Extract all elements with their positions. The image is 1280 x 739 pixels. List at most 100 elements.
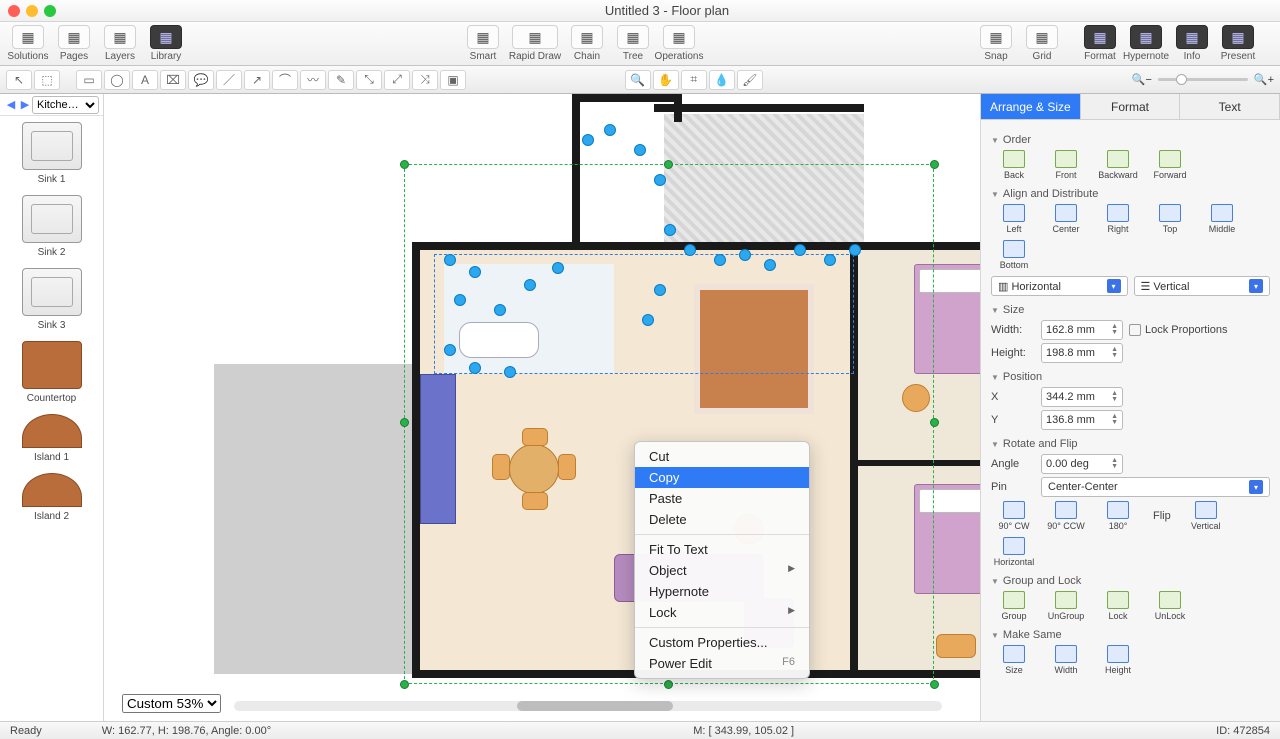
library-item-sink-2[interactable]: Sink 2 (0, 189, 103, 262)
height-input[interactable]: 198.8 mm▲▼ (1041, 343, 1123, 363)
polyline-tool[interactable]: ⤨ (412, 70, 438, 90)
menu-item-lock[interactable]: Lock (635, 602, 809, 623)
group-btns-ungroup[interactable]: UnGroup (1043, 591, 1089, 621)
same-btns-height[interactable]: Height (1095, 645, 1141, 675)
menu-item-object[interactable]: Object (635, 560, 809, 581)
align-btns-middle[interactable]: Middle (1199, 204, 1245, 234)
menu-item-cut[interactable]: Cut (635, 446, 809, 467)
library-item-island-1[interactable]: Island 1 (0, 408, 103, 467)
section-size[interactable]: Size (991, 304, 1270, 316)
zoom-slider[interactable]: 🔍− 🔍+ (1132, 73, 1274, 86)
tab-arrange-size[interactable]: Arrange & Size (981, 94, 1081, 120)
align-btns-left[interactable]: Left (991, 204, 1037, 234)
connector-tool[interactable]: ⤡ (356, 70, 382, 90)
text-select-tool[interactable]: ⬚ (34, 70, 60, 90)
order-btns-front[interactable]: Front (1043, 150, 1089, 180)
toolbar-layers[interactable]: ▦Layers (98, 25, 142, 62)
toolbar-present[interactable]: ▦Present (1216, 25, 1260, 62)
distribute-vertical-combo[interactable]: ☰ Vertical▾ (1134, 276, 1271, 296)
toolbar-smart[interactable]: ▦Smart (461, 25, 505, 62)
toolbar-solutions[interactable]: ▦Solutions (6, 25, 50, 62)
eyedropper-tool[interactable]: 💧 (709, 70, 735, 90)
line-tool[interactable]: ／ (216, 70, 242, 90)
order-btns-forward[interactable]: Forward (1147, 150, 1193, 180)
section-same[interactable]: Make Same (991, 629, 1270, 641)
library-prev-button[interactable]: ◀ (4, 98, 18, 111)
library-item-sink-3[interactable]: Sink 3 (0, 262, 103, 335)
callout-tool[interactable]: 💬 (188, 70, 214, 90)
arc-tool[interactable]: ⌒ (272, 70, 298, 90)
same-btns-size[interactable]: Size (991, 645, 1037, 675)
window-close-button[interactable] (8, 5, 20, 17)
group-btns-group[interactable]: Group (991, 591, 1037, 621)
library-item-countertop[interactable]: Countertop (0, 335, 103, 408)
library-item-island-2[interactable]: Island 2 (0, 467, 103, 526)
library-next-button[interactable]: ▶ (18, 98, 32, 111)
toolbar-info[interactable]: ▦Info (1170, 25, 1214, 62)
crop-tool[interactable]: ⌗ (681, 70, 707, 90)
align-btns-right[interactable]: Right (1095, 204, 1141, 234)
section-align[interactable]: Align and Distribute (991, 188, 1270, 200)
align-btns-top[interactable]: Top (1147, 204, 1193, 234)
section-position[interactable]: Position (991, 371, 1270, 383)
align-btns-bottom[interactable]: Bottom (991, 240, 1037, 270)
distribute-horizontal-combo[interactable]: ▥ Horizontal▾ (991, 276, 1128, 296)
tab-text[interactable]: Text (1180, 94, 1280, 120)
textbox-tool[interactable]: ⌧ (160, 70, 186, 90)
brush-tool[interactable]: 🖌 (737, 70, 763, 90)
smart-connector-tool[interactable]: ⤢ (384, 70, 410, 90)
horizontal-scrollbar[interactable] (234, 701, 942, 711)
ellipse-tool[interactable]: ◯ (104, 70, 130, 90)
toolbar-hypernote[interactable]: ▦Hypernote (1124, 25, 1168, 62)
toolbar-library[interactable]: ▦Library (144, 25, 188, 62)
toolbar-grid[interactable]: ▦Grid (1020, 25, 1064, 62)
group-btns-lock[interactable]: Lock (1095, 591, 1141, 621)
same-btns-width[interactable]: Width (1043, 645, 1089, 675)
tab-format[interactable]: Format (1081, 94, 1181, 120)
context-menu[interactable]: CutCopyPasteDelete Fit To TextObjectHyper… (634, 441, 810, 679)
zoom-tool[interactable]: 🔍 (625, 70, 651, 90)
group-btns-unlock[interactable]: UnLock (1147, 591, 1193, 621)
stamp-tool[interactable]: ▣ (440, 70, 466, 90)
hand-tool[interactable]: ✋ (653, 70, 679, 90)
toolbar-pages[interactable]: ▦Pages (52, 25, 96, 62)
menu-item-delete[interactable]: Delete (635, 509, 809, 530)
section-order[interactable]: Order (991, 134, 1270, 146)
zoom-in-icon[interactable]: 🔍+ (1254, 73, 1274, 86)
library-category-select[interactable]: Kitche… (32, 96, 99, 114)
y-input[interactable]: 136.8 mm▲▼ (1041, 410, 1123, 430)
section-rotate[interactable]: Rotate and Flip (991, 438, 1270, 450)
order-btns-back[interactable]: Back (991, 150, 1037, 180)
angle-input[interactable]: 0.00 deg▲▼ (1041, 454, 1123, 474)
order-btns-backward[interactable]: Backward (1095, 150, 1141, 180)
rotate-90-ccw[interactable]: 90° CCW (1043, 501, 1089, 531)
lock-proportions-checkbox[interactable]: Lock Proportions (1129, 324, 1228, 336)
toolbar-rapid-draw[interactable]: ▦Rapid Draw (507, 25, 563, 62)
library-item-sink-1[interactable]: Sink 1 (0, 116, 103, 189)
spline-tool[interactable]: 〰 (300, 70, 326, 90)
pointer-tool[interactable]: ↖ (6, 70, 32, 90)
menu-item-fit-to-text[interactable]: Fit To Text (635, 539, 809, 560)
flip-horizontal[interactable]: Horizontal (991, 537, 1037, 567)
rotate-90-cw[interactable]: 90° CW (991, 501, 1037, 531)
pin-combo[interactable]: Center-Center▾ (1041, 477, 1270, 497)
menu-item-hypernote[interactable]: Hypernote (635, 581, 809, 602)
menu-item-power-edit[interactable]: Power EditF6 (635, 653, 809, 674)
zoom-out-icon[interactable]: 🔍− (1132, 73, 1152, 86)
toolbar-chain[interactable]: ▦Chain (565, 25, 609, 62)
pen-tool[interactable]: ✎ (328, 70, 354, 90)
text-tool[interactable]: A (132, 70, 158, 90)
section-group[interactable]: Group and Lock (991, 575, 1270, 587)
rect-tool[interactable]: ▭ (76, 70, 102, 90)
zoom-combo[interactable]: Custom 53% (122, 694, 221, 713)
toolbar-format[interactable]: ▦Format (1078, 25, 1122, 62)
menu-item-paste[interactable]: Paste (635, 488, 809, 509)
flip-vertical[interactable]: Vertical (1183, 501, 1229, 531)
menu-item-copy[interactable]: Copy (635, 467, 809, 488)
toolbar-snap[interactable]: ▦Snap (974, 25, 1018, 62)
window-zoom-button[interactable] (44, 5, 56, 17)
x-input[interactable]: 344.2 mm▲▼ (1041, 387, 1123, 407)
window-minimize-button[interactable] (26, 5, 38, 17)
rotate-180-[interactable]: 180° (1095, 501, 1141, 531)
width-input[interactable]: 162.8 mm▲▼ (1041, 320, 1123, 340)
